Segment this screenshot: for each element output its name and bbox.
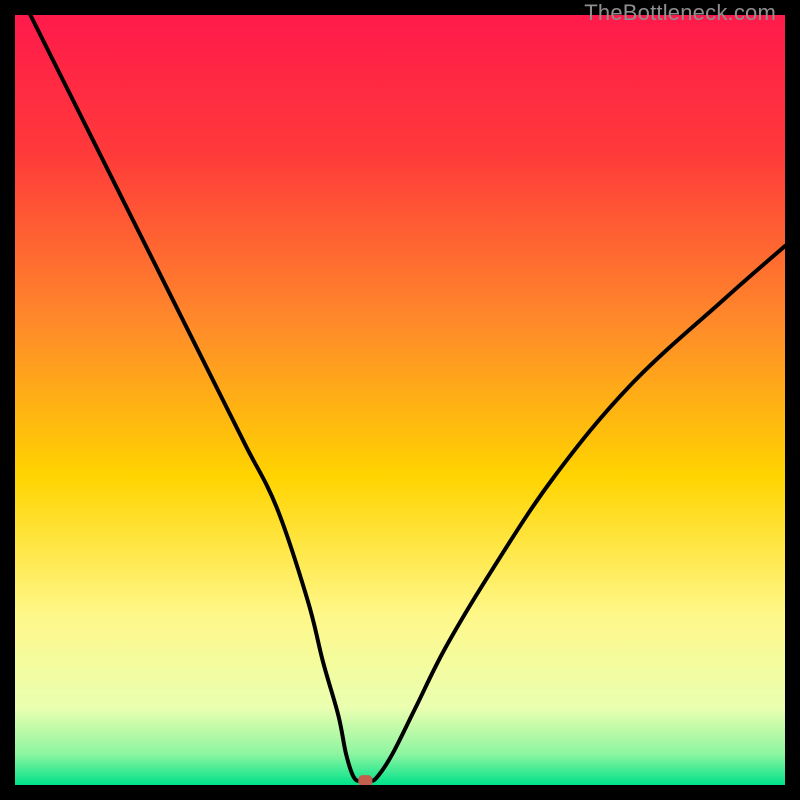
chart-frame — [15, 15, 785, 785]
watermark-text: TheBottleneck.com — [584, 0, 776, 26]
gradient-background — [15, 15, 785, 785]
optimum-marker — [358, 775, 372, 785]
bottleneck-chart — [15, 15, 785, 785]
